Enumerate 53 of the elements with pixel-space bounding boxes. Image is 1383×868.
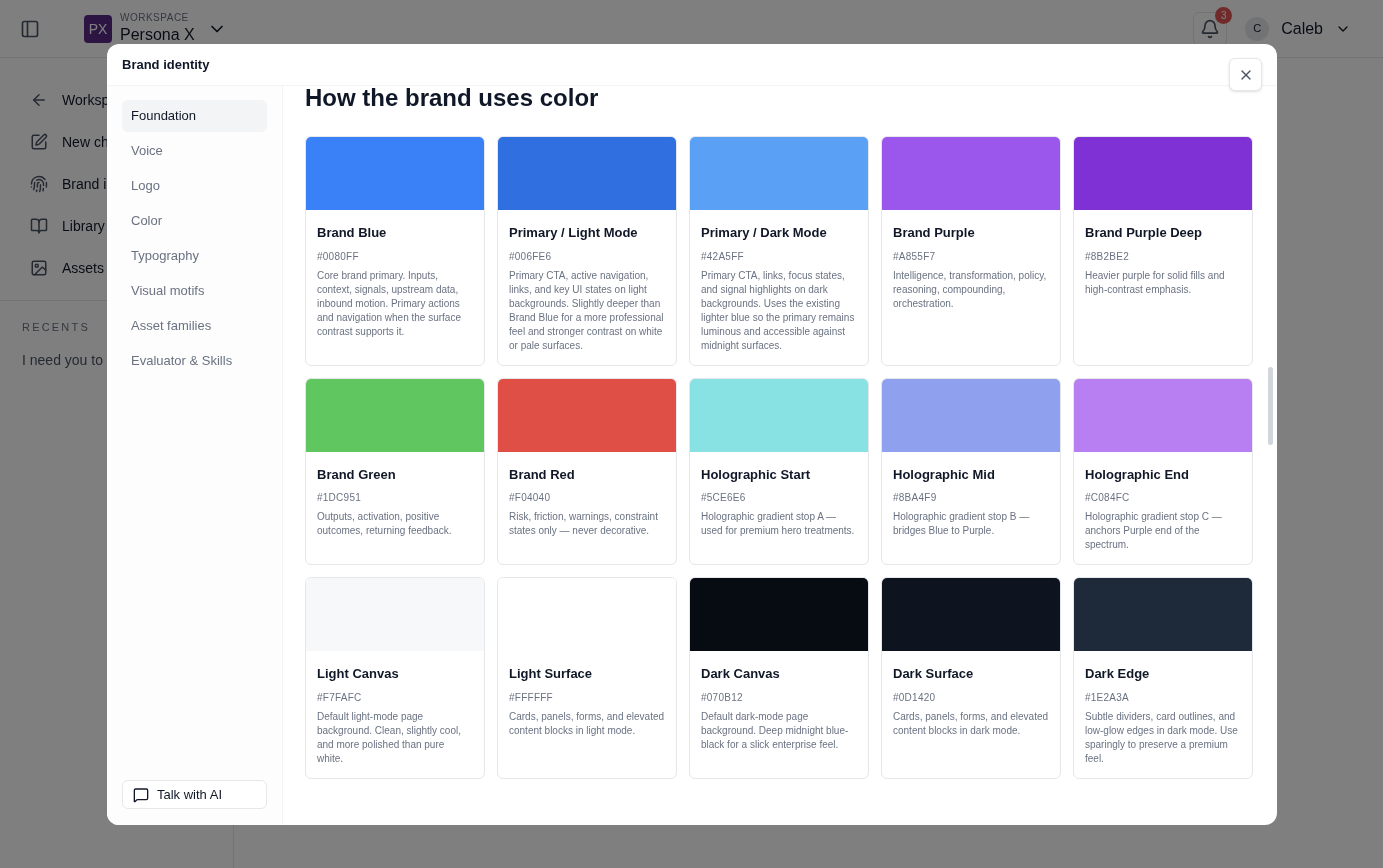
- color-description: Core brand primary. Inputs, context, signals, upstream data, inbound motion. Primary actions and navigation when the surface contrast supports it.: [317, 268, 462, 339]
- color-hex: #8B2BE2: [1085, 249, 1130, 264]
- color-name: Primary / Dark Mode: [701, 224, 828, 242]
- color-hex: #070B12: [701, 690, 744, 705]
- workspace-label: WORKSPACE: [120, 12, 190, 25]
- user-avatar: C: [1245, 16, 1270, 41]
- color-name: Holographic End: [1085, 465, 1190, 484]
- color-name: Holographic Mid: [893, 465, 996, 484]
- color-name: Brand Blue: [317, 224, 388, 242]
- color-description: Default light-mode page background. Clean, slightly cool, and more polished than pure white.: [317, 709, 462, 766]
- color-name: Brand Green: [317, 465, 397, 484]
- color-name: Brand Purple: [893, 224, 976, 242]
- color-name: Brand Purple Deep: [1085, 224, 1204, 242]
- color-hex: #1E2A3A: [1085, 690, 1130, 705]
- color-name: Light Surface: [509, 665, 594, 683]
- color-description: Intelligence, transformation, policy, reasoning, compounding, orchestration.: [893, 268, 1048, 311]
- color-description: Primary CTA, links, focus states, and signal highlights on dark backgrounds. Uses the existing lighter blue so the primary remains luminous and accessible against midnight surfaces.: [701, 268, 856, 353]
- color-description: Holographic gradient stop B — bridges Blue to Purple.: [893, 510, 1031, 538]
- color-description: Cards, panels, forms, and elevated content blocks in dark mode.: [893, 709, 1049, 738]
- workspace-avatar: PX: [84, 14, 112, 43]
- notification-badge: 3: [1215, 6, 1233, 24]
- color-description: Primary CTA, active navigation, links, and key UI states on light backgrounds. Slightly deeper than Brand Blue for a more professional feel and stronger contrast on white or pale surfaces.: [509, 268, 665, 353]
- color-hex: #5CE6E6: [701, 491, 747, 505]
- color-hex: #0D1420: [893, 690, 937, 705]
- color-hex: #1DC951: [317, 491, 362, 505]
- color-description: Risk, friction, warnings, constraint states only — never decorative.: [509, 510, 659, 538]
- color-name: Holographic Start: [701, 465, 812, 484]
- color-description: Heavier purple for solid fills and high-contrast emphasis.: [1085, 268, 1226, 297]
- color-hex: #42A5FF: [701, 249, 745, 264]
- color-hex: #C084FC: [1085, 491, 1131, 505]
- dialog-title: Brand identity: [122, 55, 210, 74]
- section-heading: How the brand uses color: [305, 86, 600, 110]
- color-name: Brand Red: [509, 465, 576, 484]
- color-name: Primary / Light Mode: [509, 224, 639, 242]
- color-name: Dark Canvas: [701, 665, 781, 683]
- color-hex: #0080FF: [317, 249, 360, 264]
- color-description: Holographic gradient stop C — anchors Purple end of the spectrum.: [1085, 510, 1223, 552]
- color-hex: #006FE6: [509, 249, 553, 264]
- color-name: Dark Surface: [893, 665, 975, 683]
- color-name: Dark Edge: [1085, 665, 1151, 683]
- workspace-name: Persona X: [120, 24, 195, 45]
- color-hex: #F04040: [509, 491, 552, 505]
- color-description: Cards, panels, forms, and elevated content blocks in light mode.: [509, 709, 665, 738]
- color-hex: #A855F7: [893, 249, 937, 264]
- recents-heading: RECENTS: [22, 320, 90, 335]
- color-hex: #FFFFFF: [509, 690, 554, 705]
- color-hex: #8BA4F9: [893, 491, 938, 505]
- color-description: Default dark-mode page background. Deep midnight blue-black for a slick enterprise feel.: [701, 709, 850, 752]
- color-description: Holographic gradient stop A — used for premium hero treatments.: [701, 510, 856, 538]
- color-hex: #F7FAFC: [317, 690, 363, 705]
- color-name: Light Canvas: [317, 665, 400, 683]
- color-description: Subtle dividers, card outlines, and low-glow edges in dark mode. Use sparingly to preserve a premium feel.: [1085, 709, 1239, 766]
- color-description: Outputs, activation, positive outcomes, returning feedback.: [317, 510, 453, 538]
